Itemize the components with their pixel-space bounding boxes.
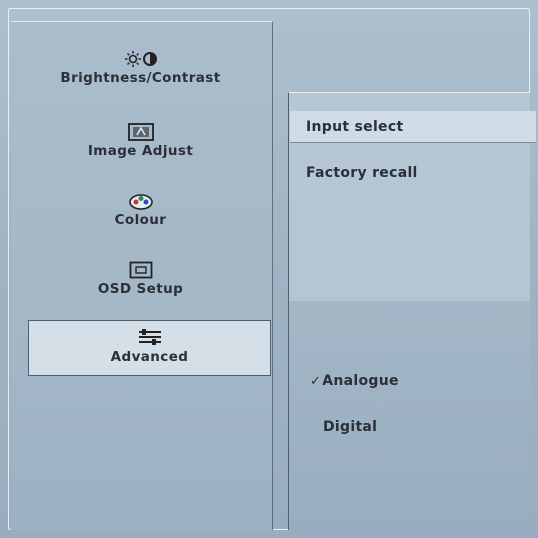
osd-submenu-panel xyxy=(288,92,530,531)
input-option-label: Digital xyxy=(323,419,378,435)
menu-item-image-adjust[interactable]: Image Adjust xyxy=(11,115,270,159)
menu-item-colour[interactable]: Colour xyxy=(11,184,270,228)
menu-item-label: Advanced xyxy=(110,349,189,365)
osd-setup-icon xyxy=(11,253,270,279)
input-option-analogue[interactable]: ✓Analogue xyxy=(310,373,399,389)
submenu-item-factory-recall[interactable]: Factory recall xyxy=(306,165,418,181)
menu-item-label: OSD Setup xyxy=(97,281,184,297)
brightness-contrast-icon xyxy=(11,42,270,68)
menu-item-label: Image Adjust xyxy=(87,143,194,159)
menu-item-osd-setup[interactable]: OSD Setup xyxy=(11,253,270,297)
menu-item-advanced[interactable]: Advanced xyxy=(28,320,271,376)
advanced-settings-icon xyxy=(29,325,270,347)
submenu-item-label: Input select xyxy=(306,119,404,135)
colour-palette-icon xyxy=(11,184,270,210)
menu-item-label: Colour xyxy=(114,212,167,228)
menu-item-label: Brightness/Contrast xyxy=(60,70,221,86)
submenu-item-input-select[interactable]: Input select xyxy=(290,111,536,143)
submenu-options-area xyxy=(289,301,530,531)
check-mark-icon: ✓ xyxy=(310,374,322,389)
input-option-digital[interactable]: Digital xyxy=(323,419,377,435)
input-option-label: Analogue xyxy=(322,373,399,389)
menu-item-brightness-contrast[interactable]: Brightness/Contrast xyxy=(11,42,270,86)
image-adjust-icon xyxy=(11,115,270,141)
submenu-item-label: Factory recall xyxy=(306,165,418,181)
